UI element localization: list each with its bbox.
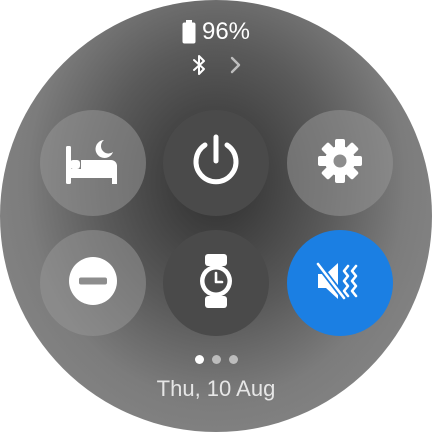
gear-icon (317, 138, 363, 189)
do-not-disturb-tile[interactable] (40, 230, 146, 336)
vibrate-mute-icon (314, 258, 366, 309)
minus-circle-icon (68, 256, 118, 311)
bluetooth-icon (191, 54, 207, 81)
battery-percentage: 96% (201, 18, 251, 45)
watch-icon (196, 252, 236, 315)
date-label: Thu, 10 Aug (156, 376, 276, 401)
watch-screen: 96% Thu, 10 Aug (0, 0, 432, 432)
chevron-right-icon[interactable] (229, 55, 241, 80)
page-dot-active (194, 355, 204, 364)
page-dot (211, 355, 221, 364)
page-dot (228, 355, 238, 364)
watch-mode-tile[interactable] (163, 230, 269, 336)
sound-mute-tile[interactable] (287, 230, 393, 336)
bed-moon-icon (64, 136, 122, 191)
battery-status: 96% (0, 18, 432, 46)
power-icon (188, 133, 244, 194)
bedtime-tile[interactable] (40, 110, 146, 216)
battery-icon (182, 20, 196, 44)
page-indicator (0, 355, 432, 364)
settings-tile[interactable] (287, 110, 393, 216)
connectivity-row[interactable] (0, 54, 432, 81)
power-tile[interactable] (163, 110, 269, 216)
